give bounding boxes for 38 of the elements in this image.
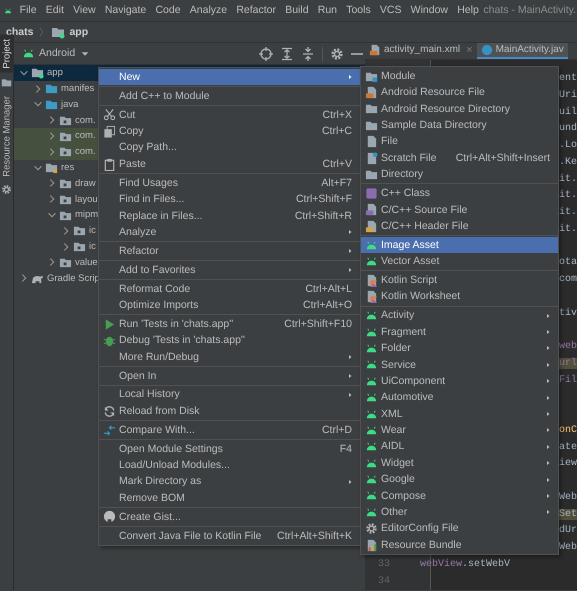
shortcut-text: Ctrl+X <box>322 108 353 122</box>
code-text: dUr <box>559 525 577 538</box>
shortcut-text: F4 <box>338 442 353 456</box>
code-text: iew <box>559 458 577 470</box>
shortcut-text: Ctrl+Alt+Shift+Insert <box>454 152 551 164</box>
code-text: Fil <box>559 374 577 387</box>
shortcut-text: Ctrl+C <box>320 125 353 138</box>
window-title: chats - MainActivity. <box>483 4 577 17</box>
shortcut-text: Ctrl+Alt+O <box>302 298 353 312</box>
code-text: .Lo <box>559 140 577 152</box>
shortcut-text: Ctrl+Shift+R <box>294 210 353 222</box>
code-text: it. <box>559 190 577 202</box>
shortcut-text: Ctrl+Alt+L <box>304 282 353 296</box>
code-text: Set <box>559 508 577 521</box>
shortcut-text: Ctrl+Shift+F10 <box>283 318 353 330</box>
code-text: com <box>559 274 577 286</box>
shortcut-text: Ctrl+Shift+F <box>294 193 353 206</box>
code-text: webView.setWebV <box>420 558 510 571</box>
code-text: it. <box>559 174 577 186</box>
code-text: ent <box>559 73 577 86</box>
code-text: onC <box>559 424 577 437</box>
code-text: uil <box>559 106 577 119</box>
code-text: ate <box>559 442 577 454</box>
code-text: Web <box>559 492 577 504</box>
code-text: .Ke <box>559 156 577 169</box>
code-text: und <box>559 123 577 136</box>
shortcut-text: Alt+F7 <box>320 176 353 190</box>
code-text: ota <box>559 257 577 270</box>
shortcut-text: Ctrl+Alt+Shift+K <box>276 530 353 542</box>
shortcut-text: Ctrl+D <box>320 424 353 436</box>
code-text: url <box>559 358 577 370</box>
code-text: it. <box>559 224 577 236</box>
code-text: Web <box>559 542 577 554</box>
code-text: web <box>559 341 577 354</box>
code-text: it. <box>559 207 577 220</box>
code-text: tiv <box>559 308 577 320</box>
code-text: Uri <box>559 90 577 102</box>
shortcut-text: Ctrl+V <box>322 158 353 170</box>
